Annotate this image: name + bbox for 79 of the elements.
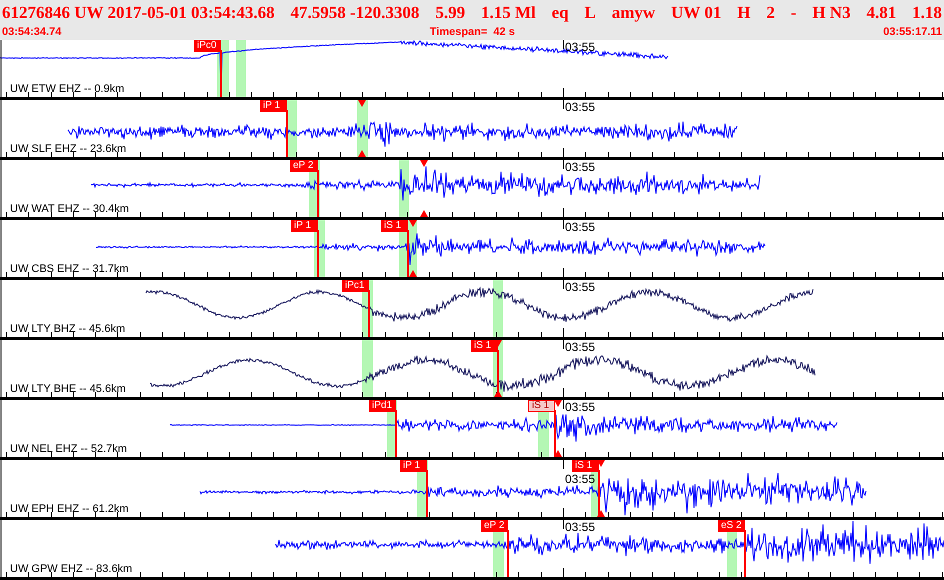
minute-tick [563, 340, 564, 350]
station-label: UW GPW EHZ -- 83.6km [10, 563, 132, 575]
minute-label: 03:55 [565, 281, 596, 294]
header-field: H [737, 3, 750, 23]
up-triangle-icon [554, 450, 562, 457]
pick-line [286, 110, 288, 157]
minute-label: 03:55 [565, 473, 596, 486]
header-field: H N3 [812, 3, 851, 23]
minute-label: 03:55 [565, 41, 596, 54]
minute-label: 03:55 [565, 341, 596, 354]
station-label: UW ETW EHZ -- 0.9km [10, 83, 124, 95]
down-triangle-icon [409, 220, 417, 227]
pick-flag[interactable]: iPd1 [369, 400, 396, 412]
header-field: 61276846 UW 2017-05-01 03:54:43.68 [2, 3, 275, 23]
minute-tick [563, 100, 564, 110]
up-triangle-icon [358, 150, 366, 157]
station-label: UW SLF EHZ -- 23.6km [10, 143, 126, 155]
minute-tick [563, 40, 564, 50]
minute-label: 03:55 [565, 161, 596, 174]
pick-line [426, 470, 428, 517]
pick-flag[interactable]: eP 2 [290, 160, 318, 172]
down-triangle-icon [358, 100, 366, 107]
up-triangle-icon [420, 210, 428, 217]
end-time: 03:55:17.11 [883, 26, 942, 38]
pick-flag[interactable]: eP 2 [481, 520, 508, 532]
minute-tick [563, 220, 564, 230]
minute-tick [563, 460, 564, 470]
header-field: 47.5958 -120.3308 [290, 3, 420, 23]
pick-flag[interactable]: iP 1 [260, 100, 287, 112]
station-label: UW WAT EHZ -- 30.4km [10, 203, 129, 215]
header-field: 4.81 [866, 3, 896, 23]
minute-label: 03:55 [565, 101, 596, 114]
pick-line [220, 50, 222, 97]
header-field: L [584, 3, 596, 23]
station-label: UW LTY BHZ -- 45.6km [10, 323, 126, 335]
minute-label: 03:55 [565, 521, 596, 534]
header-field: 1.15 Ml [480, 3, 536, 23]
station-label: UW EPH EHZ -- 61.2km [10, 503, 129, 515]
pick-line [395, 410, 397, 457]
pick-line [507, 530, 509, 577]
pick-flag[interactable]: iPc0 [194, 40, 221, 52]
pick-flag[interactable]: iP 1 [400, 460, 427, 472]
station-label: UW LTY BHE -- 45.6km [10, 383, 126, 395]
minute-tick [563, 280, 564, 290]
pick-line [368, 290, 370, 337]
pick-line [554, 410, 556, 457]
minute-tick [563, 160, 564, 170]
down-triangle-icon [554, 400, 562, 407]
pick-line [598, 470, 600, 517]
pick-flag[interactable]: iS 1 [528, 400, 555, 412]
pick-flag[interactable]: iP 1 [291, 220, 318, 232]
pick-window [362, 340, 373, 397]
timespan-label: Timespan= 42 s [430, 26, 515, 38]
header-field: eq [552, 3, 569, 23]
minute-label: 03:55 [565, 401, 596, 414]
down-triangle-icon [420, 160, 428, 167]
header-field: UW 01 [671, 3, 722, 23]
pick-window [493, 280, 503, 337]
pick-line [317, 170, 319, 217]
pick-line [744, 530, 746, 577]
pick-flag[interactable]: eS 2 [718, 520, 745, 532]
minute-tick [563, 520, 564, 530]
station-label: UW NEL EHZ -- 52.7km [10, 443, 127, 455]
header-field: 1.18 [912, 3, 942, 23]
up-triangle-icon [409, 270, 417, 277]
pick-window [236, 40, 246, 97]
header-field: 5.99 [435, 3, 466, 23]
pick-flag[interactable]: iPc1 [342, 280, 369, 292]
minute-tick [563, 400, 564, 410]
up-triangle-icon [597, 510, 605, 517]
up-triangle-icon [494, 390, 502, 397]
station-label: UW CBS EHZ -- 31.7km [10, 263, 129, 275]
pick-line [407, 230, 409, 277]
header-field: amyw [612, 3, 656, 23]
header-field: - [790, 3, 796, 23]
minute-label: 03:55 [565, 221, 596, 234]
pick-line [317, 230, 319, 277]
header-field: 2 [766, 3, 775, 23]
start-time: 03:54:34.74 [2, 26, 62, 38]
